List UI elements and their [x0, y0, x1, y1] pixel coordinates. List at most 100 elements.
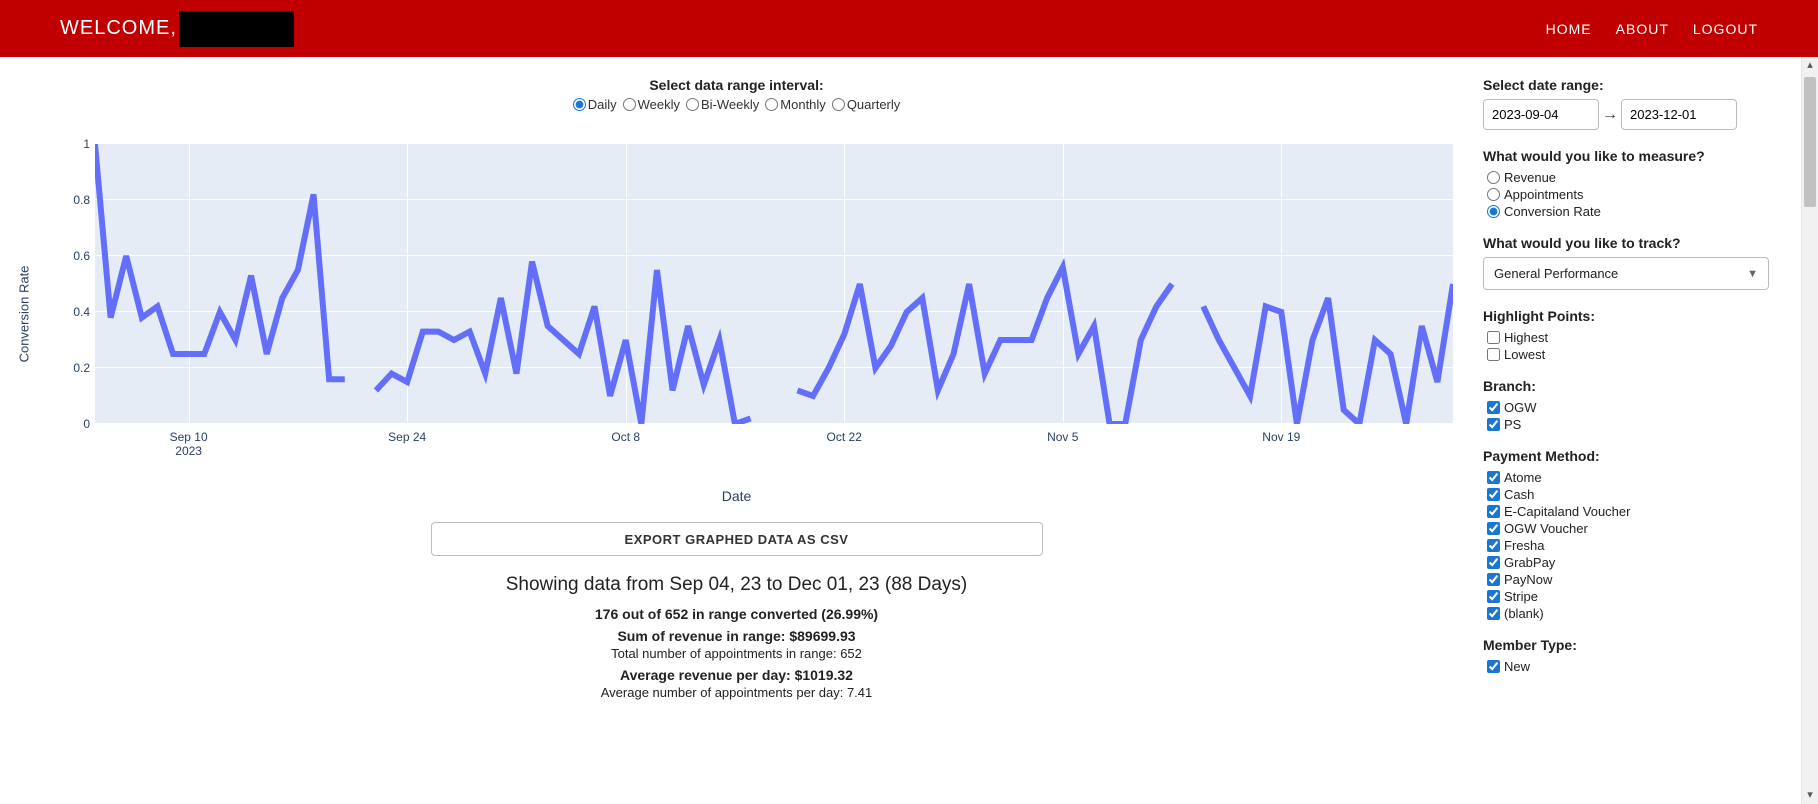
interval-block: Select data range interval: Daily Weekly…	[20, 77, 1453, 114]
highlight-highest-check[interactable]	[1487, 331, 1500, 344]
measure-label: What would you like to measure?	[1483, 148, 1787, 164]
stats-sum-revenue: Sum of revenue in range: $89699.93	[20, 628, 1453, 644]
interval-weekly[interactable]: Weekly	[623, 97, 680, 112]
measure-appointments-radio[interactable]	[1487, 188, 1500, 201]
highlight-checks: Highest Lowest	[1487, 330, 1787, 362]
branch-checks: OGW PS	[1487, 400, 1787, 432]
chart-ytick: 0	[60, 417, 90, 431]
payment-fresha-check[interactable]	[1487, 539, 1500, 552]
payment-blank[interactable]: (blank)	[1487, 606, 1787, 621]
highlight-lowest-check[interactable]	[1487, 348, 1500, 361]
welcome-username-redacted	[179, 11, 294, 47]
payment-stripe[interactable]: Stripe	[1487, 589, 1787, 604]
stats-converted: 176 out of 652 in range converted (26.99…	[20, 606, 1453, 622]
interval-radios: Daily Weekly Bi-Weekly Monthly Quarterly	[571, 97, 903, 112]
interval-biweekly-radio[interactable]	[686, 98, 699, 111]
top-bar: WELCOME, HOME ABOUT LOGOUT	[0, 0, 1818, 57]
payment-blank-check[interactable]	[1487, 607, 1500, 620]
stats-total-appt: Total number of appointments in range: 6…	[20, 646, 1453, 661]
chevron-down-icon: ▼	[1747, 268, 1758, 280]
sidebar-scrollbar[interactable]: ▴ ▾	[1801, 57, 1818, 804]
interval-title: Select data range interval:	[20, 77, 1453, 93]
chart-xtick: Oct 8	[611, 430, 640, 444]
branch-ogw-check[interactable]	[1487, 401, 1500, 414]
highlight-highest[interactable]: Highest	[1487, 330, 1787, 345]
scroll-down-icon[interactable]: ▾	[1802, 787, 1818, 804]
arrow-right-icon: →	[1599, 106, 1621, 124]
measure-revenue[interactable]: Revenue	[1487, 170, 1787, 185]
branch-ps-check[interactable]	[1487, 418, 1500, 431]
highlight-lowest[interactable]: Lowest	[1487, 347, 1787, 362]
chart[interactable]: Conversion Rate 00.20.40.60.81 Sep 10202…	[20, 144, 1453, 484]
track-select-value: General Performance	[1494, 266, 1618, 281]
member-new-check[interactable]	[1487, 660, 1500, 673]
payment-grabpay-check[interactable]	[1487, 556, 1500, 569]
interval-quarterly-radio[interactable]	[832, 98, 845, 111]
payment-cash[interactable]: Cash	[1487, 487, 1787, 502]
chart-xtick: Nov 19	[1262, 430, 1300, 444]
sidebar: Select date range: → What would you like…	[1483, 57, 1801, 804]
payment-paynow-check[interactable]	[1487, 573, 1500, 586]
date-range-row: →	[1483, 99, 1787, 130]
payment-ogw-voucher-check[interactable]	[1487, 522, 1500, 535]
measure-conversion-radio[interactable]	[1487, 205, 1500, 218]
interval-quarterly[interactable]: Quarterly	[832, 97, 900, 112]
scroll-up-icon[interactable]: ▴	[1802, 57, 1818, 74]
chart-xtick: Sep 24	[388, 430, 426, 444]
payment-atome[interactable]: Atome	[1487, 470, 1787, 485]
branch-ogw[interactable]: OGW	[1487, 400, 1787, 415]
member-new[interactable]: New	[1487, 659, 1787, 674]
welcome-block: WELCOME,	[60, 11, 294, 47]
chart-ytick: 0.4	[60, 305, 90, 319]
payment-paynow[interactable]: PayNow	[1487, 572, 1787, 587]
payment-ecapitaland-check[interactable]	[1487, 505, 1500, 518]
chart-xtick: Nov 5	[1047, 430, 1078, 444]
interval-monthly-radio[interactable]	[765, 98, 778, 111]
date-start-input[interactable]	[1483, 99, 1599, 130]
payment-ogw-voucher[interactable]: OGW Voucher	[1487, 521, 1787, 536]
payment-grabpay[interactable]: GrabPay	[1487, 555, 1787, 570]
measure-appointments[interactable]: Appointments	[1487, 187, 1787, 202]
scroll-thumb[interactable]	[1804, 77, 1816, 207]
payment-label: Payment Method:	[1483, 448, 1787, 464]
chart-ytick: 1	[60, 137, 90, 151]
member-type-label: Member Type:	[1483, 637, 1787, 653]
nav-logout[interactable]: LOGOUT	[1693, 21, 1758, 37]
highlight-label: Highlight Points:	[1483, 308, 1787, 324]
content: Select data range interval: Daily Weekly…	[0, 57, 1818, 804]
payment-ecapitaland[interactable]: E-Capitaland Voucher	[1487, 504, 1787, 519]
stats-avg-appt: Average number of appointments per day: …	[20, 685, 1453, 700]
payment-checks: Atome Cash E-Capitaland Voucher OGW Vouc…	[1487, 470, 1787, 621]
chart-ytick: 0.2	[60, 361, 90, 375]
stats-avg-revenue: Average revenue per day: $1019.32	[20, 667, 1453, 683]
chart-xtick: Oct 22	[827, 430, 862, 444]
payment-stripe-check[interactable]	[1487, 590, 1500, 603]
chart-ylabel: Conversion Rate	[17, 266, 32, 363]
main-column: Select data range interval: Daily Weekly…	[0, 57, 1483, 804]
measure-revenue-radio[interactable]	[1487, 171, 1500, 184]
nav-about[interactable]: ABOUT	[1616, 21, 1669, 37]
stats-block: Showing data from Sep 04, 23 to Dec 01, …	[20, 574, 1453, 700]
welcome-label: WELCOME,	[60, 17, 177, 40]
interval-daily[interactable]: Daily	[573, 97, 617, 112]
payment-fresha[interactable]: Fresha	[1487, 538, 1787, 553]
measure-conversion[interactable]: Conversion Rate	[1487, 204, 1787, 219]
interval-monthly[interactable]: Monthly	[765, 97, 826, 112]
branch-ps[interactable]: PS	[1487, 417, 1787, 432]
track-select[interactable]: General Performance ▼	[1483, 257, 1769, 290]
interval-daily-radio[interactable]	[573, 98, 586, 111]
chart-ytick: 0.6	[60, 249, 90, 263]
chart-plot-area[interactable]	[95, 144, 1453, 424]
date-end-input[interactable]	[1621, 99, 1737, 130]
export-csv-button[interactable]: EXPORT GRAPHED DATA AS CSV	[431, 522, 1043, 556]
chart-ytick: 0.8	[60, 193, 90, 207]
member-checks: New	[1487, 659, 1787, 674]
nav-home[interactable]: HOME	[1546, 21, 1592, 37]
track-label: What would you like to track?	[1483, 235, 1787, 251]
measure-radios: Revenue Appointments Conversion Rate	[1487, 170, 1787, 219]
payment-atome-check[interactable]	[1487, 471, 1500, 484]
interval-weekly-radio[interactable]	[623, 98, 636, 111]
payment-cash-check[interactable]	[1487, 488, 1500, 501]
interval-biweekly[interactable]: Bi-Weekly	[686, 97, 759, 112]
nav-links: HOME ABOUT LOGOUT	[1546, 21, 1758, 37]
